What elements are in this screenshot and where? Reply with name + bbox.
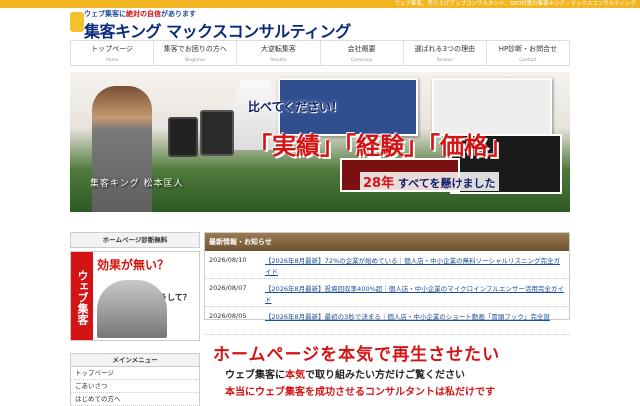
nav-item-company[interactable]: 会社概要 Company — [319, 41, 403, 65]
hero-caption: 集客キング 松本匡人 — [90, 179, 184, 189]
nav-item-results[interactable]: 大逆転集客 Results — [236, 41, 319, 65]
menu-heading: メインメニュー — [70, 353, 200, 367]
hero-headline-main: 「実績」「経験」「価格」 — [248, 132, 512, 160]
main-menu: トップページ ごあいさつ はじめての方へ — [70, 367, 200, 406]
news-box: 最新情報・お知らせ 2026/08/10 【2026年8月最新】72%の企業が始… — [204, 232, 570, 335]
diagnosis-banner[interactable]: ウェブ集客 効果が無い？ どうして？ — [70, 251, 200, 341]
menu-item-greeting[interactable]: ごあいさつ — [70, 380, 200, 393]
news-link[interactable]: 【2026年8月最新】最初の3秒で決まる｜個人店・中小企業のショート動画「冒頭フ… — [265, 312, 565, 331]
hero-subline: 28年 すべてを懸けました — [360, 172, 499, 191]
news-date: 2026/08/05 — [209, 312, 247, 320]
diag-headline: 効果が無い？ — [97, 258, 170, 272]
global-nav: トップページ Home 集客でお困りの方へ Beginner 大逆転集客 Result… — [70, 40, 571, 66]
news-link[interactable]: 【2026年8月最新】72%の企業が始めている｜個人店・中小企業の無料ソーシャル… — [265, 256, 565, 276]
hero-banner: 集客キング 松本匡人 比べてください！ 「実績」「経験」「価格」 28年 すべて… — [70, 72, 570, 212]
tablet-image — [200, 110, 234, 156]
news-link[interactable]: 【2026年8月最新】投資回収率400%超｜個人店・中小企業のマイクロインフルエ… — [265, 284, 565, 304]
news-date: 2026/08/07 — [209, 284, 247, 292]
news-row: 2026/08/05 【2026年8月最新】最初の3秒で決まる｜個人店・中小企業… — [205, 307, 569, 335]
sidebar: ホームページ診断無料 ウェブ集客 効果が無い？ どうして？ メインメニュー トッ… — [70, 232, 200, 406]
hero-headline: 比べてください！ — [248, 100, 344, 114]
nav-item-home[interactable]: トップページ Home — [70, 41, 153, 65]
main-tagline: 本当にウェブ集客を成功させるコンサルタントは私だけです — [225, 387, 495, 398]
consultant-photo — [92, 86, 152, 212]
top-banner-text: ウェブ集客、売り上げアップコンサルタント、SEO対策の集客キング・マックスコンサ… — [0, 0, 640, 8]
news-row: 2026/08/07 【2026年8月最新】投資回収率400%超｜個人店・中小企… — [205, 279, 569, 307]
menu-item-top[interactable]: トップページ — [70, 367, 200, 380]
sidebar-heading: ホームページ診断無料 — [70, 232, 200, 248]
tablet-image — [168, 117, 198, 157]
diag-vertical-label: ウェブ集客 — [71, 252, 93, 340]
nav-item-beginner[interactable]: 集客でお困りの方へ Beginner — [153, 41, 236, 65]
worried-man-image — [97, 280, 167, 338]
news-heading: 最新情報・お知らせ — [205, 233, 569, 251]
news-date: 2026/08/10 — [209, 256, 247, 264]
main-subheadline: ウェブ集客に本気で取り組みたい方だけご覧ください — [225, 370, 465, 381]
nav-item-contact[interactable]: HP診断・お問合せ Contact — [485, 41, 571, 65]
logo-name: 集客キング マックスコンサルティング — [84, 22, 351, 41]
news-row: 2026/08/10 【2026年8月最新】72%の企業が始めている｜個人店・中… — [205, 251, 569, 279]
site-logo[interactable]: ウェブ集客に絶対の自信があります 集客キング マックスコンサルティング — [70, 8, 351, 41]
crown-icon — [70, 12, 84, 32]
nav-item-reason[interactable]: 選ばれる3つの理由 Reason — [402, 41, 486, 65]
main-headline: ホームページを本気で再生させたい — [213, 345, 501, 365]
